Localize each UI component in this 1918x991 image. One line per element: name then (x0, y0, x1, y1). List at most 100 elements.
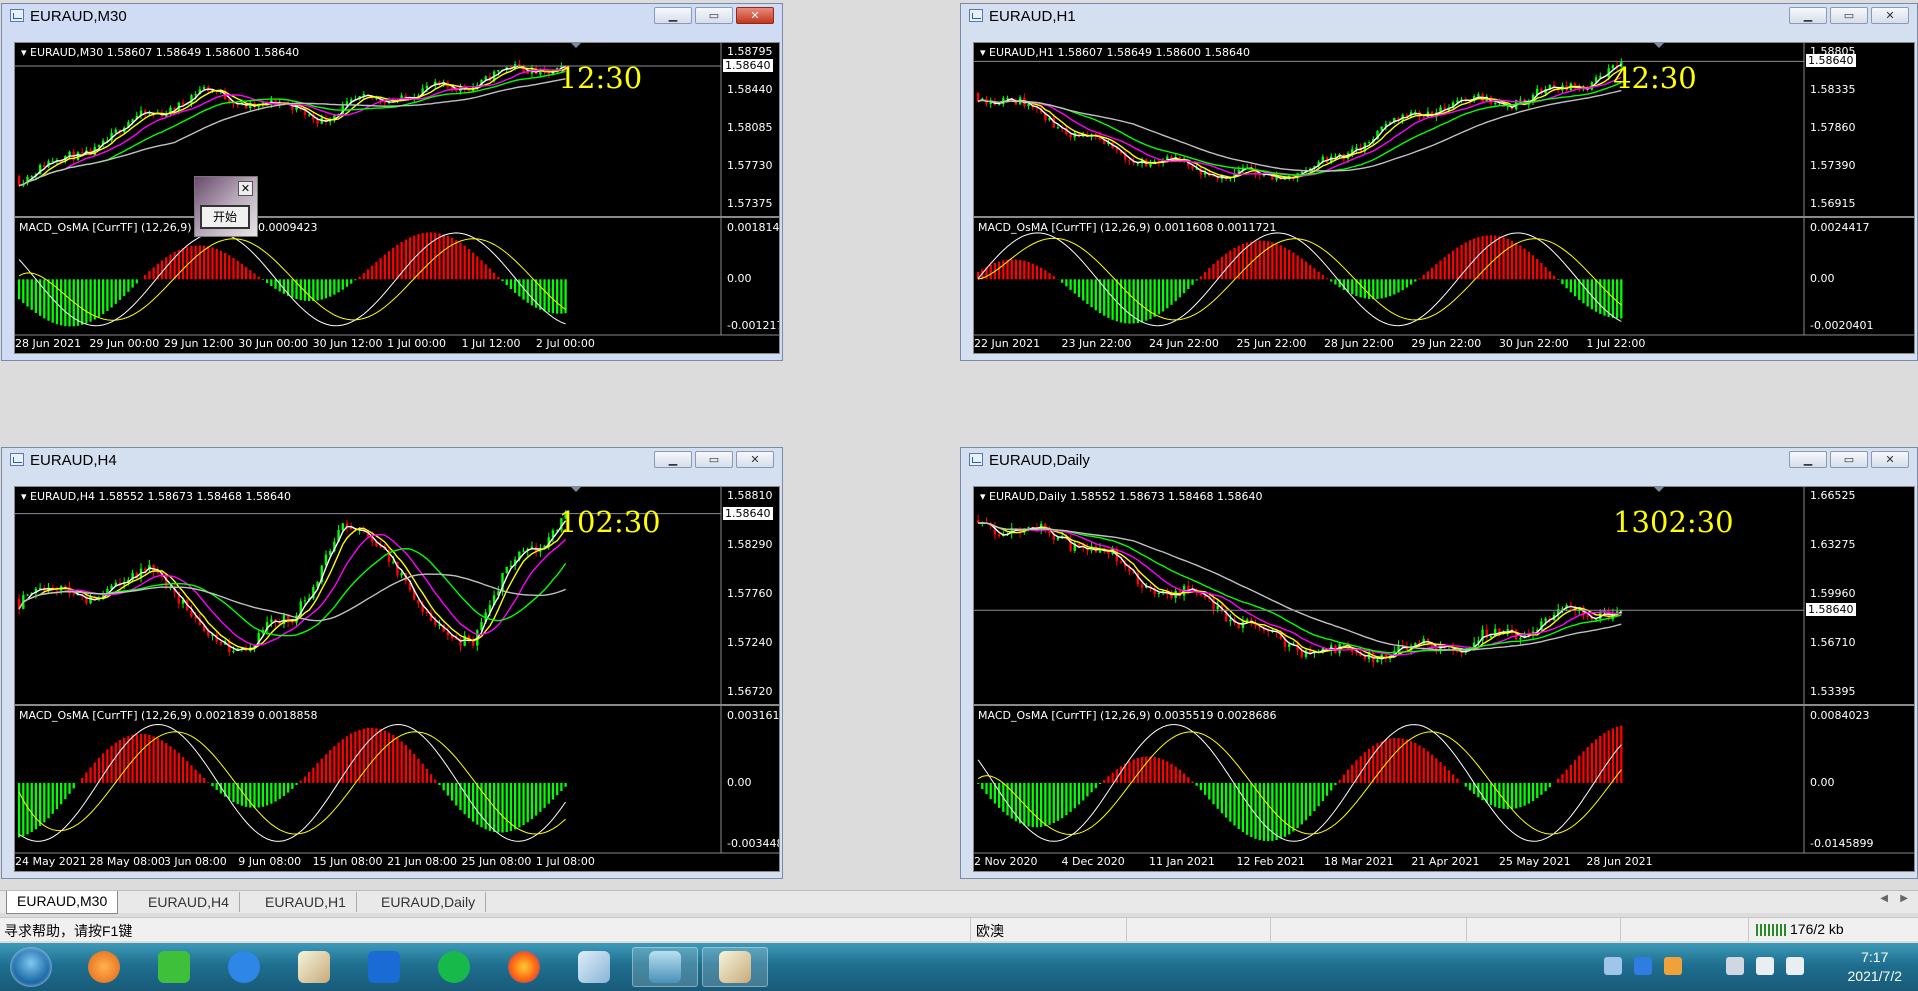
window-titlebar[interactable]: EURAUD,H4 ▁ ▭ ✕ (2, 448, 782, 472)
candle-body (1519, 99, 1522, 101)
price-axis-label: 1.56710 (1810, 636, 1856, 649)
taskbar-app-green-icon[interactable] (426, 947, 482, 987)
taskbar-app-wechat-icon[interactable] (146, 947, 202, 987)
tab-euraud-daily[interactable]: EURAUD,Daily (371, 892, 487, 912)
tab-euraud-h1[interactable]: EURAUD,H1 (255, 892, 357, 912)
price-chart-svg (15, 43, 779, 336)
time-axis-label: 21 Jun 08:00 (387, 855, 457, 868)
status-traffic: 176/2 kb (1790, 921, 1844, 937)
tab-scroll-right-icon[interactable]: ▶ (1900, 893, 1908, 904)
dialog-close-button[interactable]: ✕ (238, 181, 253, 196)
maximize-button[interactable]: ▭ (695, 7, 733, 24)
moving-average-line (18, 78, 566, 187)
status-divider (1466, 918, 1467, 941)
candle-body (114, 129, 117, 133)
taskbar-app-firefox-icon[interactable] (496, 947, 552, 987)
candle-body (202, 87, 206, 90)
taskbar-clock[interactable]: 7:17 2021/7/2 (1848, 948, 1903, 986)
candle-body (307, 114, 311, 116)
time-axis-label: 21 Apr 2021 (1411, 855, 1480, 868)
window-titlebar[interactable]: EURAUD,Daily ▁ ▭ ✕ (961, 448, 1917, 472)
tray-network-icon[interactable] (1726, 957, 1744, 975)
taskbar-app-lark-icon[interactable] (356, 947, 412, 987)
candle-body (219, 641, 223, 645)
candle-body (1506, 106, 1509, 108)
minimize-button[interactable]: ▁ (654, 451, 692, 468)
price-axis-label: 1.66525 (1810, 489, 1856, 502)
tray-signal-icon[interactable] (1786, 957, 1804, 975)
price-axis-label: 1.58440 (727, 83, 773, 96)
candle-body (1414, 111, 1417, 113)
close-button[interactable]: ✕ (736, 451, 774, 468)
chart-window-h1[interactable]: EURAUD,H1 ▁ ▭ ✕ ▾ EURAUD,H1 1.58607 1.58… (960, 3, 1918, 361)
chart-window-h4[interactable]: EURAUD,H4 ▁ ▭ ✕ ▾ EURAUD,H4 1.58552 1.58… (1, 447, 783, 879)
close-button[interactable]: ✕ (736, 7, 774, 24)
window-titlebar[interactable]: EURAUD,H1 ▁ ▭ ✕ (961, 4, 1917, 28)
maximize-button[interactable]: ▭ (1830, 7, 1868, 24)
chart-shift-marker (571, 43, 581, 48)
taskbar-app-browser-icon[interactable] (76, 947, 132, 987)
candle-body (1586, 615, 1589, 617)
start-button[interactable]: 开始 (200, 205, 250, 229)
taskbar-app-tool2-icon[interactable] (702, 947, 768, 987)
macd-indicator-label: MACD_OsMA [CurrTF] (12,26,9) 0.0035519 0… (978, 709, 1277, 722)
tab-scroll-left-icon[interactable]: ◀ (1880, 893, 1888, 904)
chart-window-daily[interactable]: EURAUD,Daily ▁ ▭ ✕ ▾ EURAUD,Daily 1.5855… (960, 447, 1918, 879)
macd-axis-label: 0.0084023 (1810, 709, 1870, 722)
time-axis-label: 29 Jun 22:00 (1411, 337, 1482, 350)
time-axis-label: 1 Jul 00:00 (387, 337, 447, 350)
candle-body (1136, 163, 1140, 165)
window-title: EURAUD,H1 (989, 8, 1076, 25)
taskbar-app-notes-icon[interactable] (566, 947, 622, 987)
time-axis-label: 25 May 2021 (1498, 855, 1571, 868)
macd-axis-label: 0.00 (727, 775, 752, 789)
close-button[interactable]: ✕ (1871, 7, 1909, 24)
price-chart-svg (974, 487, 1914, 854)
tray-usb-icon[interactable] (1604, 957, 1622, 975)
tray-app-icon[interactable] (1664, 957, 1682, 975)
candle-body (144, 568, 147, 571)
tray-shield-icon[interactable] (1634, 957, 1652, 975)
candle-body (1599, 76, 1602, 78)
maximize-button[interactable]: ▭ (695, 451, 733, 468)
status-help-text: 寻求帮助，请按F1键 (4, 923, 133, 939)
status-profile: 欧澳 (976, 923, 1004, 939)
chart-window-m30[interactable]: EURAUD,M30 ▁ ▭ ✕ ▾ EURAUD,M30 1.58607 1.… (1, 3, 783, 361)
macd-axis-label: -0.0020401 (1810, 319, 1874, 332)
candle-body (1456, 100, 1459, 103)
tab-euraud-m30[interactable]: EURAUD,M30 (6, 891, 119, 914)
taskbar-app-pen-icon[interactable] (216, 947, 272, 987)
time-axis-label: 29 Jun 12:00 (163, 337, 234, 350)
candle-body (400, 572, 403, 576)
price-axis-label: 1.58335 (1810, 83, 1856, 96)
tab-euraud-h4[interactable]: EURAUD,H4 (138, 892, 240, 912)
close-button[interactable]: ✕ (1871, 451, 1909, 468)
candle-body (1515, 629, 1518, 640)
taskbar-app-tool-icon[interactable] (286, 947, 342, 987)
tray-volume-icon[interactable] (1756, 957, 1774, 975)
start-button-icon[interactable] (10, 947, 52, 987)
price-axis-label: 1.57375 (727, 197, 773, 210)
candle-body (72, 593, 75, 595)
candle-body (303, 600, 307, 602)
time-axis-label: 28 Jun 2021 (15, 337, 82, 350)
macd-indicator-label: MACD_OsMA [CurrTF] (12,26,9) 0.0011608 0… (978, 221, 1277, 234)
candle-body (1027, 527, 1030, 529)
chart-area[interactable]: ▾ EURAUD,H1 1.58607 1.58649 1.58600 1.58… (973, 42, 1915, 354)
chart-area[interactable]: ▾ EURAUD,H4 1.58552 1.58673 1.58468 1.58… (14, 486, 780, 872)
window-titlebar[interactable]: EURAUD,M30 ▁ ▭ ✕ (2, 4, 782, 28)
candle-body (1367, 142, 1371, 144)
minimize-button[interactable]: ▁ (1789, 7, 1827, 24)
chart-area[interactable]: ▾ EURAUD,M30 1.58607 1.58649 1.58600 1.5… (14, 42, 780, 354)
taskbar-app-trader-icon[interactable] (632, 947, 698, 987)
minimize-button[interactable]: ▁ (654, 7, 692, 24)
candle-body (270, 619, 273, 622)
candle-body (38, 587, 42, 589)
moving-average-line (18, 573, 566, 622)
minimize-button[interactable]: ▁ (1789, 451, 1827, 468)
chart-shift-marker (1654, 487, 1664, 492)
chart-area[interactable]: ▾ EURAUD,Daily 1.58552 1.58673 1.58468 1… (973, 486, 1915, 872)
macd-axis-label: -0.001217 (727, 319, 780, 332)
candle-body (68, 151, 71, 156)
maximize-button[interactable]: ▭ (1830, 451, 1868, 468)
